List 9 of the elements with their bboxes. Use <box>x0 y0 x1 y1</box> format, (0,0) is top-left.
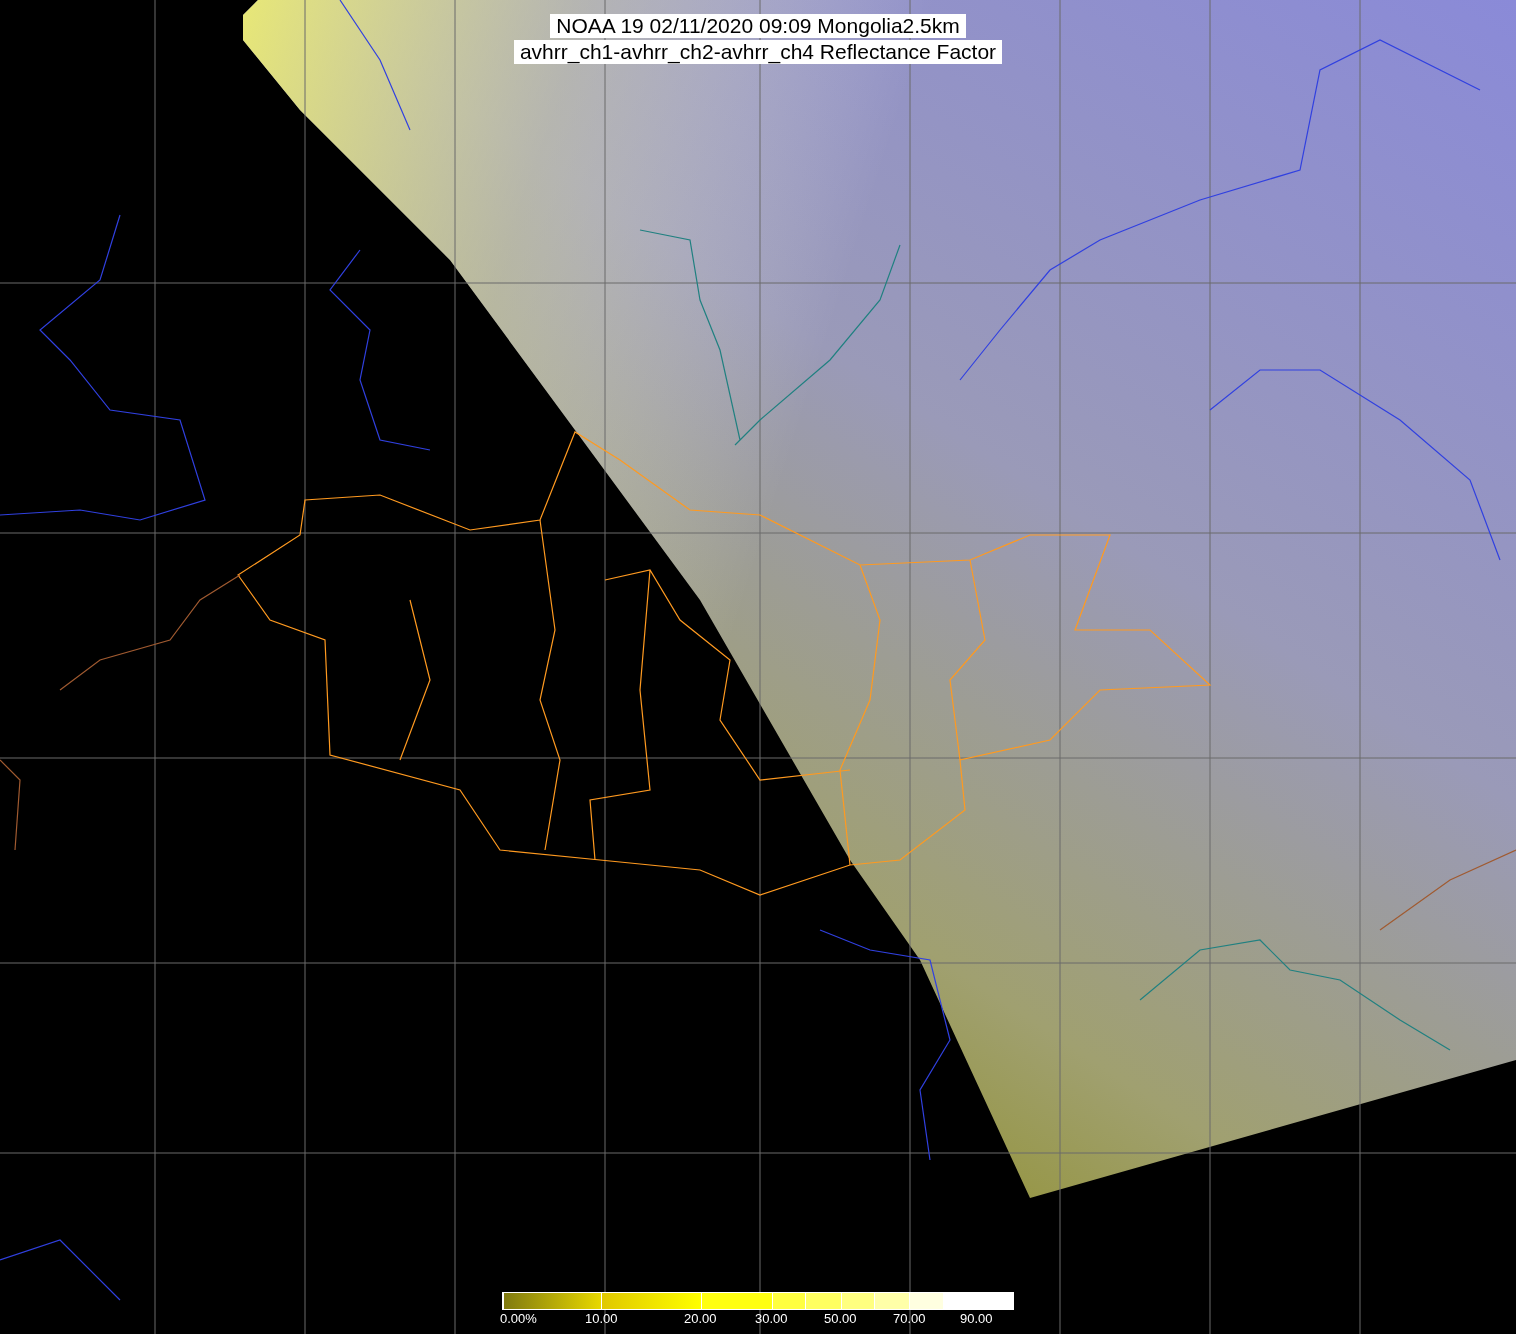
colorbar-label: 30.00 <box>755 1311 788 1326</box>
map-title: NOAA 19 02/11/2020 09:09 Mongolia2.5km <box>550 14 966 38</box>
colorbar-label: 70.00 <box>893 1311 926 1326</box>
colorbar-label: 10.00 <box>585 1311 618 1326</box>
colorbar-label: 20.00 <box>684 1311 717 1326</box>
colorbar-label: 90.00 <box>960 1311 993 1326</box>
map-subtitle: avhrr_ch1-avhrr_ch2-avhrr_ch4 Reflectance Factor <box>513 40 1003 64</box>
colorbar-label: 0.00% <box>500 1311 537 1326</box>
colorbar-label: 50.00 <box>824 1311 857 1326</box>
